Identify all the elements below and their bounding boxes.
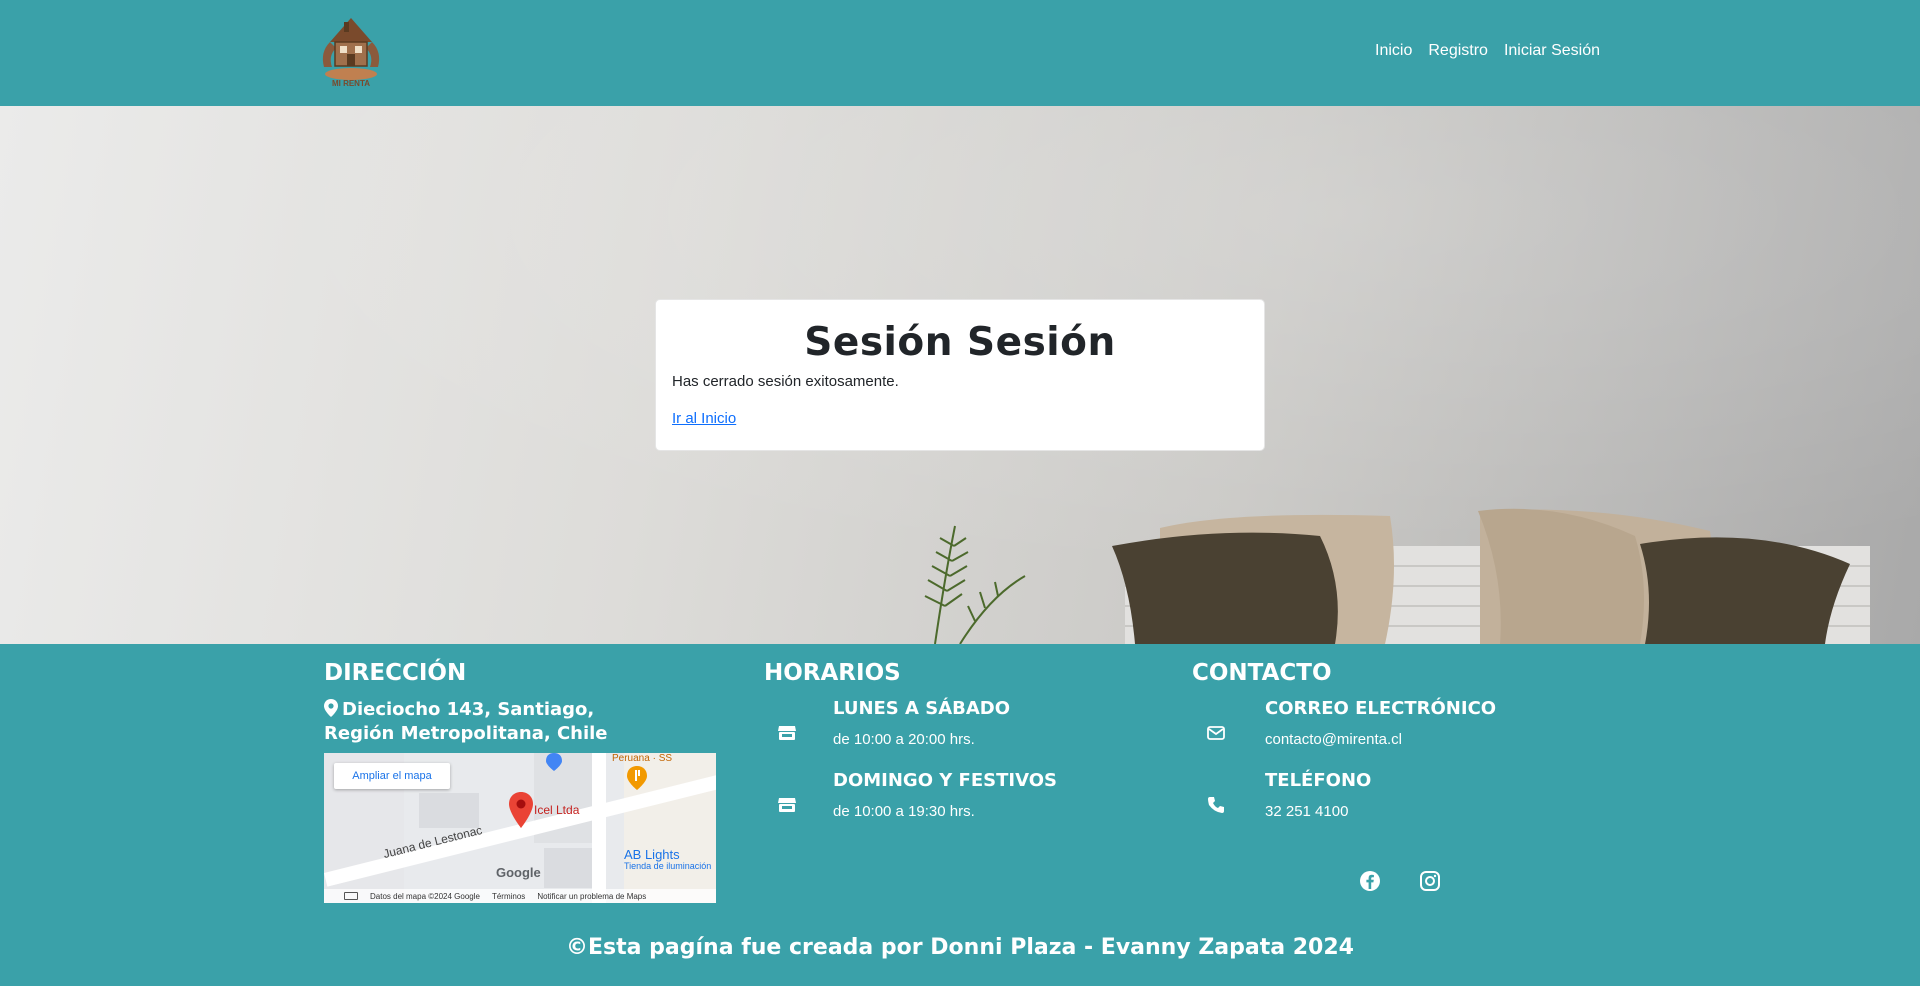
schedule-title-weekdays: LUNES A SÁBADO <box>833 698 1011 719</box>
map-poi-label: Peruana · SS <box>612 753 673 764</box>
horarios-title: HORARIOS <box>764 660 901 686</box>
brand-logo[interactable]: MI RENTA <box>316 12 386 92</box>
address-text: Dieciocho 143, Santiago, Región Metropol… <box>324 698 664 746</box>
facebook-icon[interactable] <box>1359 870 1381 892</box>
keyboard-icon[interactable] <box>344 892 358 900</box>
phone-icon <box>1208 797 1224 813</box>
map-attrib-data: Datos del mapa ©2024 Google <box>370 891 480 901</box>
direccion-title: DIRECCIÓN <box>324 660 467 686</box>
nav-link-iniciar-sesion[interactable]: Iniciar Sesión <box>1504 42 1600 60</box>
instagram-icon[interactable] <box>1419 870 1441 892</box>
map-marker-icon <box>509 792 533 828</box>
contact-phone[interactable]: 32 251 4100 <box>1265 803 1348 820</box>
location-pin-icon <box>324 699 338 717</box>
nav-link-inicio[interactable]: Inicio <box>1375 42 1412 60</box>
contact-title-phone: TELÉFONO <box>1265 770 1372 791</box>
contacto-title: CONTACTO <box>1192 660 1332 686</box>
store-icon <box>778 726 796 740</box>
card-message: Has cerrado sesión exitosamente. <box>672 373 899 390</box>
envelope-icon <box>1207 726 1225 740</box>
contact-email[interactable]: contacto@mirenta.cl <box>1265 731 1402 748</box>
map-poi-sub-label: Tienda de iluminación <box>624 861 712 871</box>
map-attribution: Datos del mapa ©2024 Google Términos Not… <box>324 889 716 903</box>
svg-text:MI RENTA: MI RENTA <box>332 79 370 88</box>
embedded-map[interactable]: Ampliar el mapa Icel Ltda Juana de Lesto… <box>324 753 716 903</box>
logout-card: Sesión Sesión Has cerrado sesión exitosa… <box>655 299 1265 451</box>
map-attrib-terms[interactable]: Términos <box>492 892 525 901</box>
store-icon <box>778 798 796 812</box>
map-poi-label-2: AB Lights <box>624 847 680 862</box>
shop-marker-icon <box>546 753 562 771</box>
navbar: MI RENTA Inicio Registro Iniciar Sesión <box>0 0 1920 106</box>
copyright-text: ©Esta pagína fue creada por Donni Plaza … <box>566 935 1354 960</box>
schedule-title-sundays: DOMINGO Y FESTIVOS <box>833 770 1057 791</box>
contact-title-email: CORREO ELECTRÓNICO <box>1265 698 1497 719</box>
card-title: Sesión Sesión <box>804 320 1116 365</box>
footer: DIRECCIÓN Dieciocho 143, Santiago, Regió… <box>0 644 1920 986</box>
hero-section: Sesión Sesión Has cerrado sesión exitosa… <box>0 106 1920 644</box>
map-expand-button[interactable]: Ampliar el mapa <box>334 763 450 789</box>
home-link[interactable]: Ir al Inicio <box>672 410 736 427</box>
map-attrib-report[interactable]: Notificar un problema de Maps <box>537 892 646 901</box>
address-value: Dieciocho 143, Santiago, Región Metropol… <box>324 699 608 744</box>
nav-link-registro[interactable]: Registro <box>1428 42 1488 60</box>
google-logo: Google <box>496 865 541 880</box>
schedule-text-weekdays: de 10:00 a 20:00 hrs. <box>833 731 975 748</box>
restaurant-marker-icon <box>627 766 647 790</box>
map-place-label: Icel Ltda <box>534 803 580 817</box>
schedule-text-sundays: de 10:00 a 19:30 hrs. <box>833 803 975 820</box>
nav-links: Inicio Registro Iniciar Sesión <box>1375 42 1600 60</box>
